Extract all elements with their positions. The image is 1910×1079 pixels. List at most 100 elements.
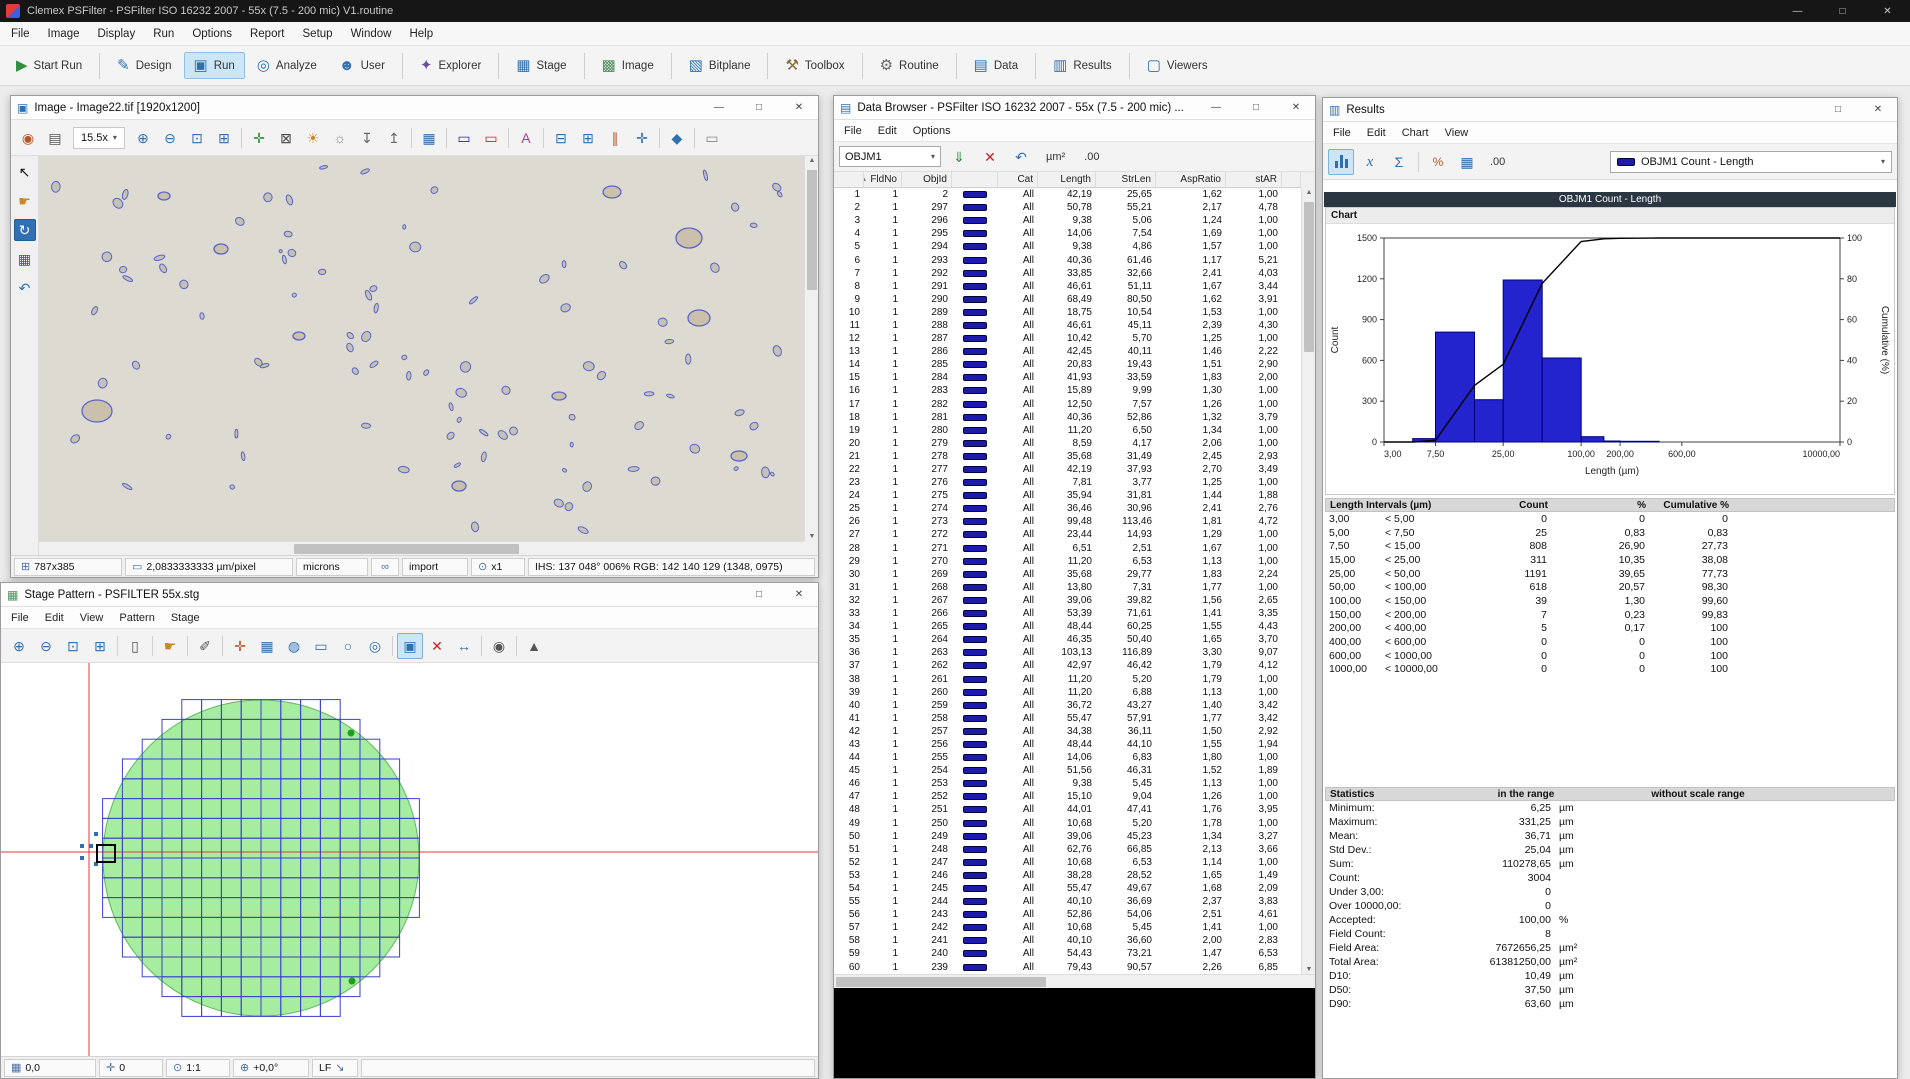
table-row[interactable]: 171282All12,507,571,261,00	[834, 398, 1301, 411]
table-row[interactable]: 421257All34,3836,111,502,92	[834, 725, 1301, 738]
menu-item-chart[interactable]: Chart	[1394, 124, 1437, 142]
table-row[interactable]: 61293All40,3661,461,175,21	[834, 253, 1301, 266]
table-row[interactable]: 251274All36,4630,962,412,76	[834, 502, 1301, 515]
sum-button[interactable]: Σ	[1386, 149, 1412, 175]
table-row[interactable]: 381261All11,205,201,791,00	[834, 672, 1301, 685]
data-button[interactable]: ▤Data	[964, 52, 1028, 79]
menu-item-run[interactable]: Run	[144, 24, 183, 44]
point-region-button[interactable]: ◎	[362, 633, 388, 659]
delete-markers-button[interactable]: ⊠	[273, 125, 299, 151]
zoom-fit-button[interactable]: ⊞	[211, 125, 237, 151]
caliper-button[interactable]: ∥	[602, 125, 628, 151]
pin-button[interactable]: ↧	[354, 125, 380, 151]
column-header[interactable]: ▲FldNo	[864, 172, 902, 187]
menu-item-setup[interactable]: Setup	[294, 24, 342, 44]
routine-button[interactable]: ⚙Routine	[870, 52, 949, 79]
table-row[interactable]: 21297All50,7855,212,174,78	[834, 201, 1301, 214]
scroll-up-icon[interactable]: ▲	[805, 157, 819, 164]
image-window-titlebar[interactable]: ▣ Image - Image22.tif [1920x1200] — □ ✕	[11, 96, 818, 120]
menu-item-file[interactable]: File	[2, 24, 39, 44]
table-row[interactable]: 121287All10,425,701,251,00	[834, 332, 1301, 345]
image-button[interactable]: ▩Image	[592, 52, 664, 79]
menu-item-file[interactable]: File	[3, 609, 37, 627]
table-row[interactable]: 581241All40,1036,602,002,83	[834, 934, 1301, 947]
db-maximize-icon[interactable]: □	[1239, 97, 1273, 119]
table-row[interactable]: 351264All46,3550,401,653,70	[834, 633, 1301, 646]
table-row[interactable]: 71292All33,8532,662,414,03	[834, 267, 1301, 280]
stage-window-titlebar[interactable]: ▦ Stage Pattern - PSFILTER 55x.stg □ ✕	[1, 583, 818, 607]
print-button[interactable]: ▤	[42, 125, 68, 151]
pointer-button[interactable]: ↖	[14, 161, 36, 183]
pan-button[interactable]: ☛	[157, 633, 183, 659]
table-row[interactable]: 341265All48,4460,251,554,43	[834, 620, 1301, 633]
menu-item-edit[interactable]: Edit	[37, 609, 72, 627]
table-row[interactable]: 391260All11,206,881,131,00	[834, 686, 1301, 699]
focus-button[interactable]: ↥	[381, 125, 407, 151]
table-row[interactable]: 411258All55,4757,911,773,42	[834, 712, 1301, 725]
results-close-icon[interactable]: ✕	[1861, 99, 1895, 121]
table-row[interactable]: 231276All7,813,771,251,00	[834, 476, 1301, 489]
eject-button[interactable]: ▲	[521, 633, 547, 659]
menu-item-edit[interactable]: Edit	[870, 122, 905, 140]
table-row[interactable]: 561243All52,8654,062,514,61	[834, 908, 1301, 921]
stage-button[interactable]: ▦Stage	[506, 52, 576, 79]
table-row[interactable]: 221277All42,1937,932,703,49	[834, 463, 1301, 476]
menu-item-help[interactable]: Help	[400, 24, 442, 44]
table-row[interactable]: 321267All39,0639,821,562,65	[834, 594, 1301, 607]
column-header[interactable]	[834, 172, 864, 187]
close-icon[interactable]: ✕	[1865, 0, 1910, 22]
origin-button[interactable]: ◉	[486, 633, 512, 659]
table-row[interactable]: 601239All79,4390,572,266,85	[834, 961, 1301, 974]
stage-pattern-canvas[interactable]	[1, 663, 818, 1056]
annotation-text-button[interactable]: A	[513, 125, 539, 151]
start-run-button[interactable]: ▶Start Run	[6, 52, 92, 79]
menu-item-pattern[interactable]: Pattern	[111, 609, 162, 627]
objects-button[interactable]: ◆	[664, 125, 690, 151]
color-grid-button[interactable]: ▦	[416, 125, 442, 151]
column-header[interactable]	[952, 172, 998, 187]
table-row[interactable]: 501249All39,0645,231,343,27	[834, 830, 1301, 843]
table-row[interactable]: 471252All15,109,041,261,00	[834, 790, 1301, 803]
zoom-in-button[interactable]: ⊕	[130, 125, 156, 151]
object-measure-selector[interactable]: OBJM1 ▾	[839, 146, 941, 167]
calibrate-button[interactable]: ✐	[192, 633, 218, 659]
results-button[interactable]: ▥Results	[1043, 52, 1122, 79]
scrollbar-thumb[interactable]	[836, 977, 1046, 987]
decimals-button[interactable]: .00	[1483, 153, 1512, 171]
table-row[interactable]: 181281All40,3652,861,323,79	[834, 411, 1301, 424]
table-row[interactable]: 51294All9,384,861,571,00	[834, 240, 1301, 253]
user-button[interactable]: ☻User	[329, 52, 395, 79]
menu-item-window[interactable]: Window	[342, 24, 401, 44]
lamp-button[interactable]: ☼	[327, 125, 353, 151]
table-row[interactable]: 211278All35,6831,492,452,93	[834, 450, 1301, 463]
grid-pattern-button[interactable]: ▦	[254, 633, 280, 659]
bitplane-button[interactable]: ▧Bitplane	[679, 52, 761, 79]
units-status[interactable]: microns	[296, 558, 368, 576]
menu-item-options[interactable]: Options	[905, 122, 959, 140]
expand-button[interactable]: ↔	[451, 633, 477, 659]
measure-width-button[interactable]: ⊟	[548, 125, 574, 151]
table-row[interactable]: 291270All11,206,531,131,00	[834, 555, 1301, 568]
table-row[interactable]: 551244All40,1036,692,373,83	[834, 895, 1301, 908]
import-status[interactable]: import	[402, 558, 468, 576]
blue-rectangle-button[interactable]: ▭	[451, 125, 477, 151]
table-row[interactable]: 241275All35,9431,811,441,88	[834, 489, 1301, 502]
scroll-down-icon[interactable]: ▼	[1302, 966, 1316, 973]
report-button[interactable]: ▯	[122, 633, 148, 659]
table-row[interactable]: 441255All14,066,831,801,00	[834, 751, 1301, 764]
table-row[interactable]: 81291All46,6151,111,673,44	[834, 280, 1301, 293]
percent-view-button[interactable]: %	[1425, 149, 1451, 175]
table-row[interactable]: 191280All11,206,501,341,00	[834, 424, 1301, 437]
delete-button[interactable]: ✕	[424, 633, 450, 659]
table-row[interactable]: 491250All10,685,201,781,00	[834, 817, 1301, 830]
menu-item-view[interactable]: View	[1437, 124, 1477, 142]
scroll-down-icon[interactable]: ▼	[805, 533, 819, 540]
table-row[interactable]: 141285All20,8319,431,512,90	[834, 358, 1301, 371]
menu-item-image[interactable]: Image	[39, 24, 89, 44]
rotate-button[interactable]: ↻	[14, 219, 36, 241]
table-row[interactable]: 101289All18,7510,541,531,00	[834, 306, 1301, 319]
column-header[interactable]	[1282, 172, 1301, 187]
menu-item-report[interactable]: Report	[241, 24, 294, 44]
data-horizontal-scrollbar[interactable]	[834, 974, 1315, 988]
table-row[interactable]: 401259All36,7243,271,403,42	[834, 699, 1301, 712]
